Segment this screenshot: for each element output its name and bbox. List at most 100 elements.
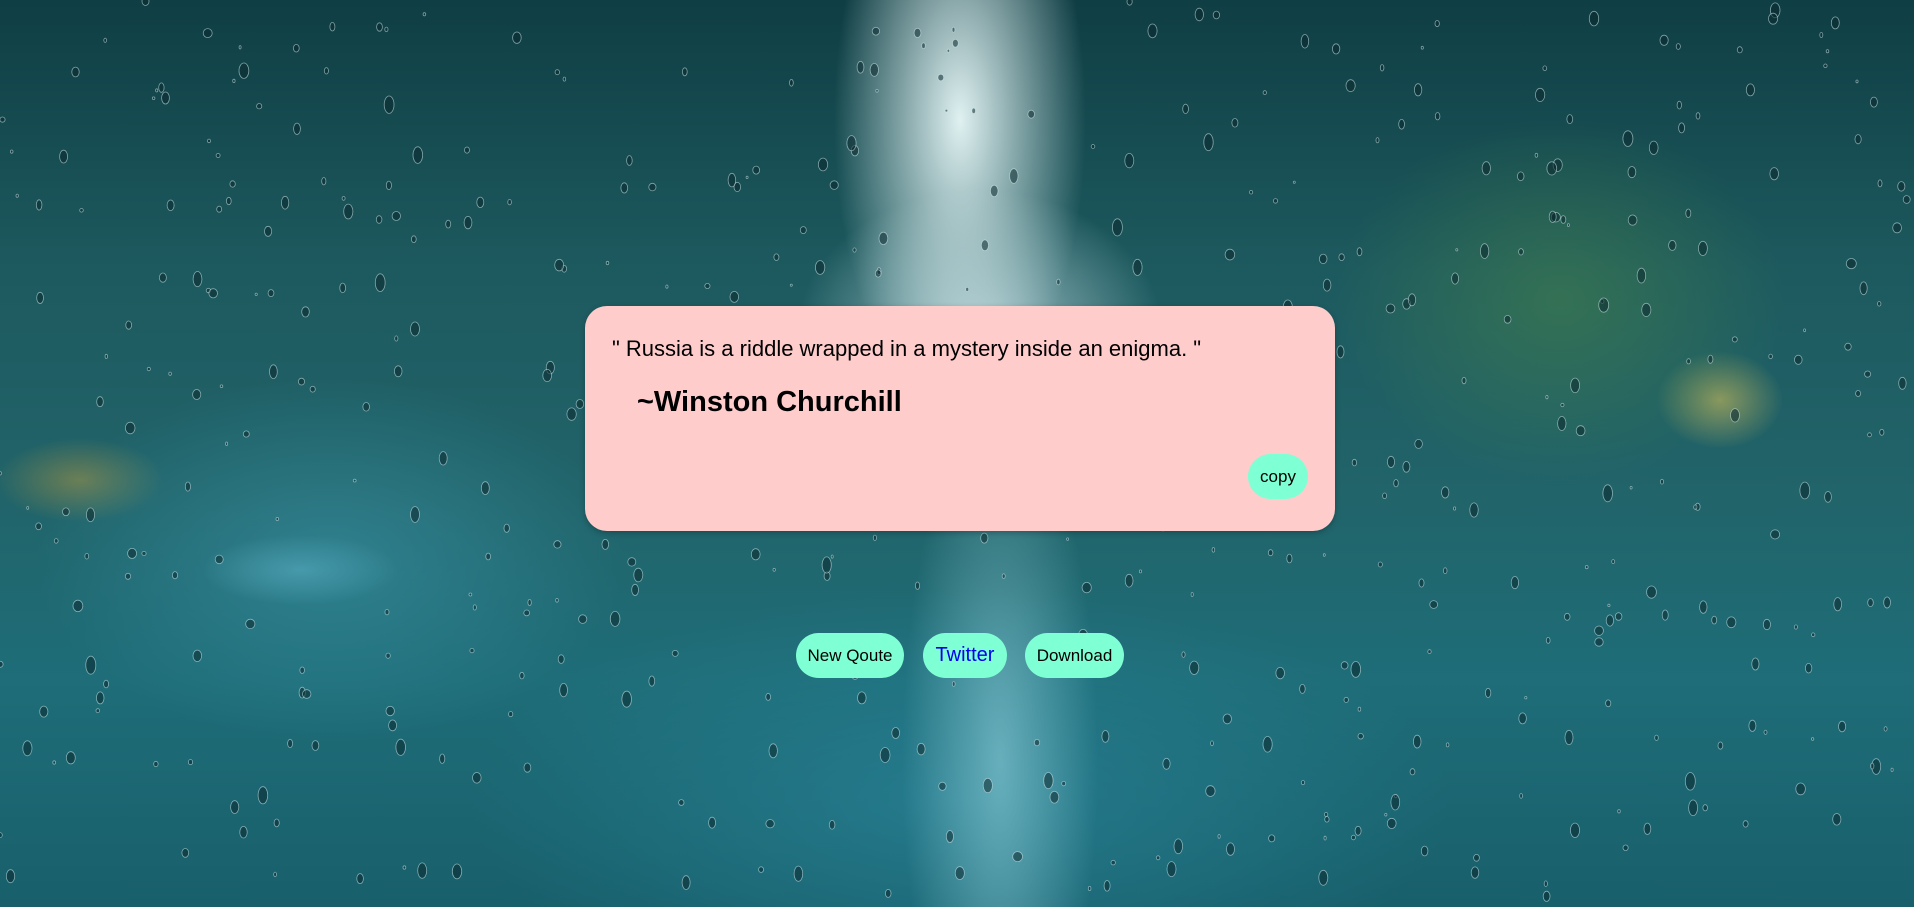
raindrop: [951, 681, 956, 687]
raindrop: [1770, 529, 1780, 540]
raindrop: [158, 272, 167, 283]
raindrop: [1434, 20, 1440, 28]
raindrop: [155, 88, 159, 93]
raindrop: [302, 689, 312, 699]
raindrop: [0, 660, 4, 668]
raindrop: [5, 869, 16, 884]
raindrop: [1231, 118, 1239, 128]
raindrop: [1222, 713, 1232, 725]
raindrop: [681, 875, 691, 890]
raindrop: [422, 12, 427, 17]
raindrop: [1162, 757, 1171, 770]
raindrop: [1611, 559, 1616, 564]
raindrop: [1211, 547, 1216, 553]
raindrop: [1262, 90, 1267, 95]
raindrop: [445, 219, 452, 229]
copy-button[interactable]: copy: [1248, 454, 1308, 499]
raindrop: [1542, 65, 1548, 71]
raindrop: [1794, 354, 1803, 365]
raindrop: [376, 22, 383, 32]
raindrop: [141, 0, 150, 6]
raindrop: [36, 291, 44, 304]
raindrop: [1322, 278, 1332, 292]
raindrop: [1564, 729, 1574, 746]
raindrop: [1461, 376, 1467, 385]
raindrop: [242, 430, 250, 438]
raindrop: [885, 889, 892, 898]
raindrop: [648, 675, 656, 687]
raindrop: [388, 719, 398, 732]
raindrop: [542, 368, 552, 382]
raindrop: [275, 517, 279, 522]
raindrop: [1864, 370, 1871, 378]
raindrop: [566, 407, 577, 421]
new-quote-button[interactable]: New Qoute: [796, 633, 904, 678]
raindrop: [1546, 161, 1558, 176]
raindrop: [208, 288, 218, 299]
raindrop: [1124, 153, 1135, 169]
raindrop: [856, 60, 865, 74]
raindrop: [765, 693, 771, 701]
raindrop: [1845, 258, 1857, 270]
raindrop: [1012, 851, 1023, 862]
raindrop: [9, 149, 14, 154]
raindrop: [0, 116, 6, 123]
raindrop: [878, 231, 889, 245]
raindrop: [1087, 886, 1092, 892]
raindrop: [1412, 734, 1422, 749]
raindrop: [1594, 637, 1604, 647]
raindrop: [1803, 328, 1806, 333]
raindrop: [871, 26, 881, 36]
raindrop: [292, 44, 300, 53]
raindrop: [395, 738, 406, 756]
raindrop: [184, 481, 191, 492]
raindrop: [1627, 166, 1637, 179]
raindrop: [789, 283, 793, 287]
raindrop: [1763, 729, 1768, 735]
raindrop: [1745, 83, 1755, 97]
raindrop: [84, 553, 90, 560]
raindrop: [166, 199, 175, 212]
raindrop: [620, 182, 629, 194]
raindrop: [95, 691, 105, 705]
raindrop: [1210, 740, 1214, 747]
raindrop: [1676, 100, 1682, 110]
raindrop: [187, 759, 193, 766]
raindrop: [1660, 478, 1665, 485]
raindrop: [1049, 790, 1060, 804]
raindrop: [1354, 825, 1362, 836]
raindrop: [238, 45, 242, 50]
raindrop: [0, 471, 2, 476]
raindrop: [503, 523, 510, 533]
download-button[interactable]: Download: [1025, 633, 1124, 678]
raindrop: [627, 557, 637, 567]
raindrop: [472, 604, 477, 611]
raindrop: [215, 153, 221, 158]
raindrop: [158, 82, 165, 93]
raindrop: [1570, 377, 1580, 394]
raindrop: [708, 816, 716, 829]
raindrop: [1730, 408, 1740, 423]
raindrop: [1166, 861, 1177, 877]
twitter-button[interactable]: Twitter: [923, 633, 1007, 678]
raindrop: [245, 618, 256, 630]
raindrop: [952, 38, 959, 48]
raindrop: [1205, 785, 1216, 797]
raindrop: [384, 608, 390, 616]
raindrop: [439, 753, 446, 764]
raindrop: [1194, 7, 1204, 22]
raindrop: [1429, 600, 1438, 609]
raindrop: [1182, 103, 1189, 115]
raindrop: [59, 149, 68, 164]
raindrop: [1377, 561, 1383, 568]
raindrop: [523, 762, 532, 773]
raindrop: [681, 67, 688, 77]
raindrop: [410, 506, 420, 523]
raindrop: [1622, 844, 1629, 851]
raindrop: [1155, 855, 1161, 861]
raindrop: [341, 196, 346, 201]
raindrop: [1563, 612, 1571, 621]
raindrop: [1825, 49, 1830, 54]
raindrop: [1470, 866, 1480, 879]
raindrop: [1324, 816, 1330, 823]
